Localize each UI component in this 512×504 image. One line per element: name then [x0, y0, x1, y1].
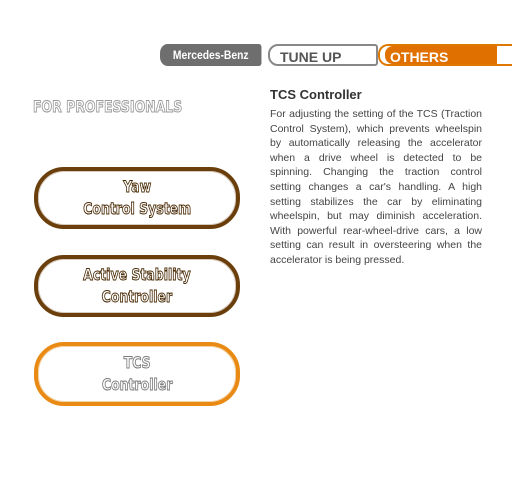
tab-brand[interactable]: Mercedes-Benz — [160, 44, 262, 66]
tab-others-label: OTHERS — [390, 49, 449, 65]
yaw-control-system-label: Yaw Control System — [83, 177, 192, 219]
tcs-controller-button[interactable]: TCS Controller — [34, 342, 240, 406]
yaw-control-system-button[interactable]: Yaw Control System — [34, 167, 240, 229]
tab-tune-up[interactable]: TUNE UP — [268, 44, 378, 66]
brand-tab-wrapper: Mercedes-Benz — [160, 44, 268, 66]
active-stability-controller-button[interactable]: Active Stability Controller — [34, 255, 240, 317]
tab-tune-up-label: TUNE UP — [280, 49, 342, 65]
description-panel: TCS Controller For adjusting the setting… — [270, 87, 482, 268]
description-title: TCS Controller — [270, 87, 362, 102]
tcs-controller-label: TCS Controller — [101, 353, 173, 395]
tab-others[interactable]: OTHERS — [378, 44, 512, 66]
section-heading: FOR PROFESSIONALS — [33, 97, 183, 117]
active-stability-controller-label: Active Stability Controller — [83, 265, 191, 307]
top-tab-bar: Mercedes-Benz TUNE UP OTHERS — [160, 44, 512, 66]
description-body: For adjusting the setting of the TCS (Tr… — [270, 108, 482, 266]
